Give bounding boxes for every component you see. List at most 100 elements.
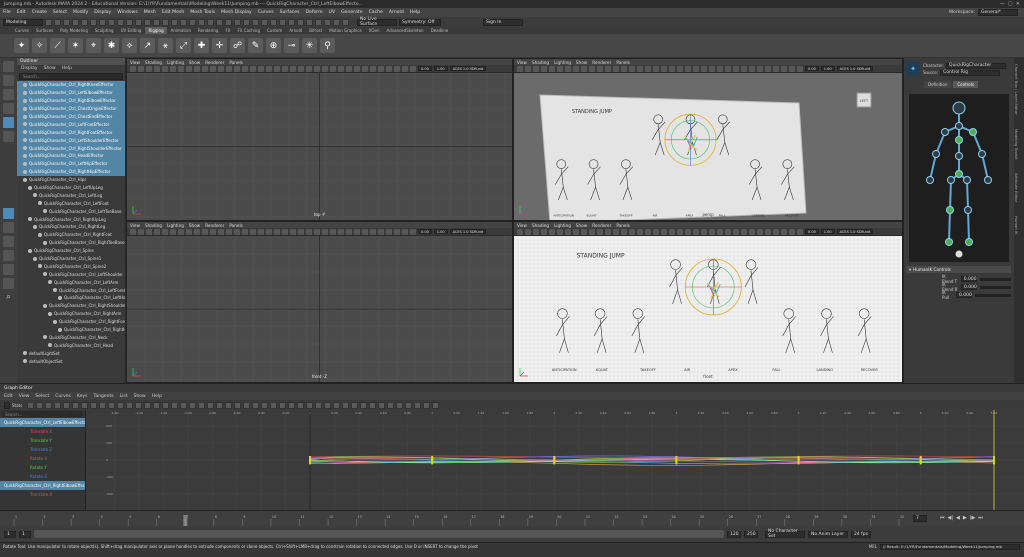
viewport-menu-shading[interactable]: Shading [145,223,162,228]
panel-tool-icon[interactable] [789,65,795,72]
menu-display[interactable]: Display [94,10,111,15]
graph-tool-icon[interactable] [288,401,296,409]
graph-tool-icon[interactable] [198,401,206,409]
outliner-item[interactable]: QuickRigCharacter_Ctrl_LeftShoulder [17,270,125,278]
panel-tool-icon[interactable] [210,65,216,72]
graph-tool-icon[interactable] [261,401,269,409]
panel-tool-icon[interactable] [717,228,723,235]
ik-blend-slider[interactable] [979,285,1011,289]
panel-tool-icon[interactable] [242,228,248,235]
keyframe[interactable] [431,456,434,459]
viewport-menu-view[interactable]: View [517,223,527,228]
viewport-menu-renderer[interactable]: Renderer [205,60,224,65]
panel-tool-icon[interactable] [162,228,168,235]
ik-blend-value[interactable]: 0.000 [960,276,977,282]
panel-tool-icon[interactable] [765,65,771,72]
panel-tool-icon[interactable] [306,228,312,235]
panel-tool-icon[interactable] [693,228,699,235]
status-tool-icon[interactable] [162,18,169,26]
exposure-field[interactable]: 0.00 [418,229,432,234]
curve-list-item[interactable]: Rotate Z [0,472,85,481]
panel-tool-icon[interactable] [613,228,619,235]
keyframe[interactable] [309,456,311,459]
select-tool-icon[interactable] [3,61,14,72]
outliner-search-input[interactable]: Search... [19,73,123,80]
panel-tool-icon[interactable] [669,65,675,72]
outliner-item[interactable]: QuickRigCharacter_Ctrl_LeftHand [17,294,125,302]
anim-layer-dropdown[interactable]: No Anim Layer [808,530,848,538]
joint-tool-icon[interactable]: ✦ [14,38,29,53]
panel-tool-icon[interactable] [210,228,216,235]
menu-select[interactable]: Select [53,10,67,15]
menu-create[interactable]: Create [32,10,47,15]
panel-tool-icon[interactable] [541,65,547,72]
status-tool-icon[interactable] [342,18,349,26]
keyframe[interactable] [797,462,800,465]
panel-tool-icon[interactable] [773,65,779,72]
graph-tool-icon[interactable] [36,401,44,409]
search-icon[interactable]: ⌕ [3,292,14,303]
viewport-menu-lighting[interactable]: Lighting [167,223,184,228]
panel-tool-icon[interactable] [410,65,416,72]
viewport-canvas[interactable] [127,73,512,220]
lattice-icon[interactable]: ☍ [230,38,245,53]
panel-tool-icon[interactable] [346,228,352,235]
outliner-item[interactable]: QuickRigCharacter_Ctrl_RightKneeEffector [17,81,125,89]
cluster-icon[interactable]: ✛ [212,38,227,53]
viewport-menu-panels[interactable]: Panels [616,60,629,65]
panel-tool-icon[interactable] [621,228,627,235]
panel-tool-icon[interactable] [557,228,563,235]
viewport-front[interactable]: View Shading Lighting Show Renderer Panels 0.0… [126,221,513,383]
viewport-menu-panels[interactable]: Panels [229,223,242,228]
keyframe[interactable] [797,456,800,459]
panel-tool-icon[interactable] [130,228,136,235]
gamma-field[interactable]: 1.00 [820,229,835,234]
panel-tool-icon[interactable] [605,65,611,72]
persp-outliner-layout-icon[interactable] [3,264,14,275]
graph-tool-icon[interactable] [234,401,242,409]
panel-tool-icon[interactable] [314,65,320,72]
hik-effector-ruleg[interactable] [963,176,971,184]
outliner-item[interactable]: QuickRigCharacter_Ctrl_Spine [17,247,125,255]
outliner-item[interactable]: QuickRigCharacter_Ctrl_HeadEffector [17,152,125,160]
viewport-top[interactable]: View Shading Lighting Show Renderer Panels 0.0… [126,58,513,221]
shelf-tab-rendering[interactable]: Rendering [195,27,221,34]
panel-tool-icon[interactable] [565,228,571,235]
panel-tool-icon[interactable] [773,228,779,235]
panel-tool-icon[interactable] [517,228,523,235]
panel-tool-icon[interactable] [725,65,731,72]
exposure-field[interactable]: 0.00 [805,66,819,71]
panel-tool-icon[interactable] [677,65,683,72]
curve-list-item[interactable]: Translate Z [0,445,85,454]
menu-curves[interactable]: Curves [258,10,274,15]
outliner-item[interactable]: QuickRigCharacter_Ctrl_RightShoulderEffe… [17,144,125,153]
viewport-menu-renderer[interactable]: Renderer [592,60,611,65]
status-tool-icon[interactable] [216,18,223,26]
panel-tool-icon[interactable] [354,228,360,235]
panel-tool-icon[interactable] [637,228,643,235]
curve-list-item[interactable]: Translate X [0,427,85,436]
graph-tool-icon[interactable] [180,401,188,409]
outliner-item[interactable]: QuickRigCharacter_Ctrl_LeftArm [17,278,125,286]
panel-tool-icon[interactable] [653,65,659,72]
playback-button-icon[interactable]: ▶ [963,515,967,521]
panel-tool-icon[interactable] [741,228,747,235]
side-tab[interactable]: Human IK [1014,216,1019,235]
outliner-item[interactable]: QuickRigCharacter_Ctrl_RightHand [17,326,125,334]
side-by-side-layout-icon[interactable] [3,236,14,247]
hik-effector-lft[interactable] [945,238,953,246]
panel-tool-icon[interactable] [410,228,416,235]
status-tool-icon[interactable] [81,18,88,26]
status-tool-icon[interactable] [171,18,178,26]
menu-cache[interactable]: Cache [369,10,383,15]
character-dropdown[interactable]: QuickRigCharacter [946,62,1007,69]
outliner-item[interactable]: QuickRigCharacter_Ctrl_Spine2 [17,262,125,270]
orient-constraint-icon[interactable]: ⚲ [320,38,335,53]
panel-tool-icon[interactable] [146,228,152,235]
status-tool-icon[interactable] [207,18,214,26]
panel-tool-icon[interactable] [258,228,264,235]
curve-list-item[interactable]: Rotate Y [0,463,85,472]
status-tool-icon[interactable] [180,18,187,26]
outliner-layout-icon[interactable] [3,278,14,289]
panel-tool-icon[interactable] [290,228,296,235]
